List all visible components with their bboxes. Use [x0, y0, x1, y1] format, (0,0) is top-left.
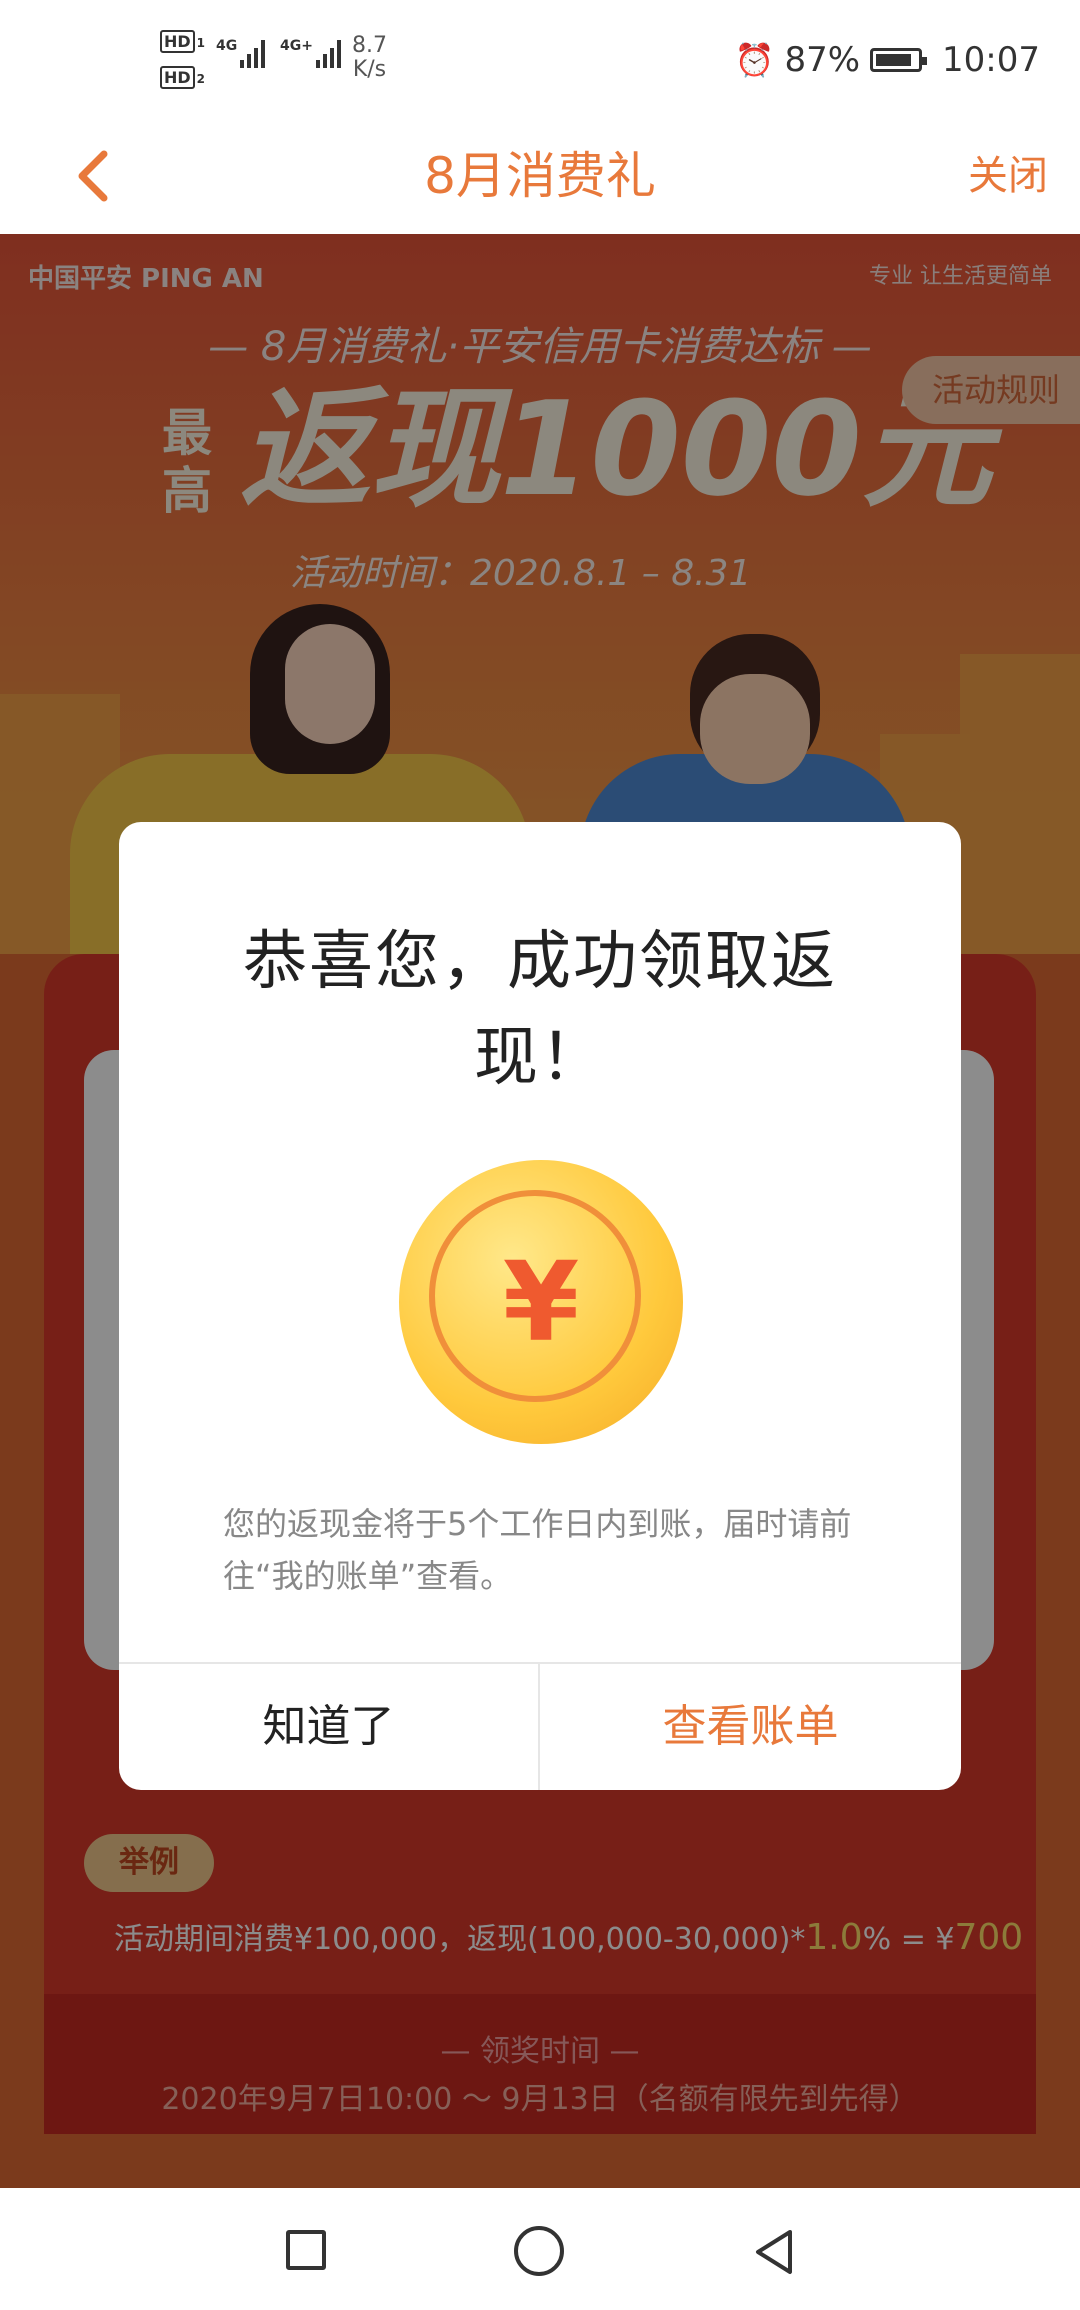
view-bill-button[interactable]: 查看账单	[540, 1664, 961, 1790]
dialog-title: 恭喜您，成功领取返现！	[243, 925, 837, 1095]
dialog-message: 您的返现金将于5个工作日内到账，届时请前往“我的账单”查看。	[223, 1505, 852, 1595]
network-type-2: 4G+	[280, 38, 313, 54]
close-button[interactable]: 关闭	[968, 146, 1048, 206]
page-title: 8月消费礼	[424, 147, 656, 205]
hd1-sub: 1	[196, 36, 206, 50]
yen-symbol: ¥	[502, 1238, 580, 1366]
recent-apps-icon[interactable]	[286, 2230, 326, 2270]
battery-percent: 87%	[784, 40, 861, 80]
home-icon[interactable]	[514, 2226, 564, 2276]
hd1-label: HD	[160, 30, 195, 53]
system-nav-bar	[0, 2188, 1080, 2310]
signal-icon-2: 4G+	[280, 38, 341, 68]
status-right: ⏰ 87% 10:07	[735, 40, 1040, 80]
clock: 10:07	[942, 40, 1040, 80]
battery-fill	[876, 54, 911, 66]
speed-value: 8.7	[352, 33, 387, 58]
alarm-icon: ⏰	[734, 41, 775, 79]
network-speed: 8.7 K/s	[352, 34, 387, 82]
status-bar: HD 1 HD 2 4G 4G+ 8.7 K/s ⏰ 87% 10:07	[0, 0, 1080, 120]
coin-icon: ¥	[399, 1160, 683, 1444]
battery-icon	[870, 48, 928, 72]
success-dialog: 恭喜您，成功领取返现！ ¥ 您的返现金将于5个工作日内到账，届时请前往“我的账单…	[119, 822, 961, 1790]
hd2-sub: 2	[196, 72, 206, 86]
hd2-label: HD	[160, 66, 195, 89]
hd1-indicator: HD 1	[160, 30, 206, 53]
back-triangle-icon[interactable]	[748, 2226, 800, 2278]
got-it-button[interactable]: 知道了	[119, 1664, 538, 1790]
signal-icon-1: 4G	[216, 38, 266, 68]
speed-unit: K/s	[352, 57, 387, 82]
hd2-indicator: HD 2	[160, 66, 206, 89]
network-type-1: 4G	[216, 38, 238, 54]
app-header: 8月消费礼 关闭	[0, 120, 1080, 234]
